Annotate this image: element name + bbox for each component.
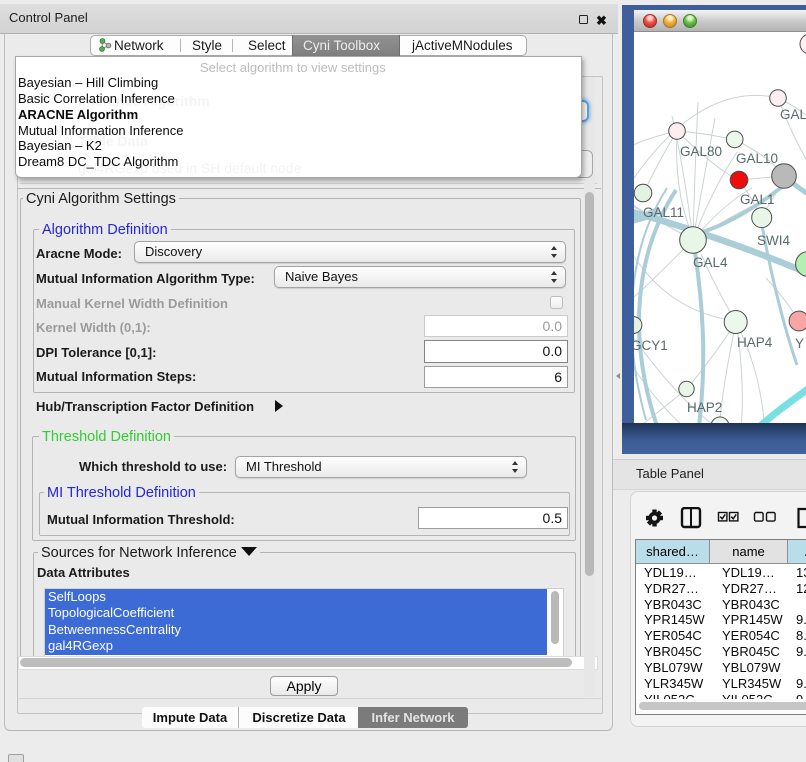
svg-text:HAP2: HAP2 [687,400,722,415]
svg-text:GAL10: GAL10 [736,151,778,166]
svg-text:GAL1: GAL1 [740,192,775,207]
svg-text:SWI4: SWI4 [757,233,790,248]
svg-text:HAP4: HAP4 [737,335,773,350]
svg-text:GAL4: GAL4 [693,255,728,270]
svg-text:GAL11: GAL11 [643,205,684,220]
svg-text:GAL: GAL [780,107,806,122]
svg-text:Y: Y [795,336,804,351]
svg-text:GCY1: GCY1 [634,338,668,353]
svg-text:GAL80: GAL80 [680,144,722,159]
